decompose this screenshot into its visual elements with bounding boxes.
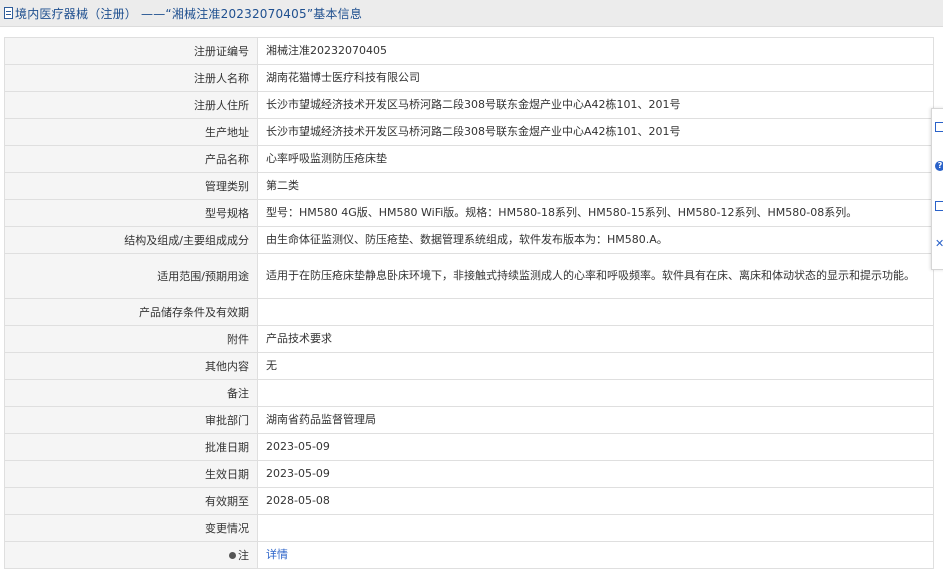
table-row: 产品名称 心率呼吸监测防压疮床垫 xyxy=(4,145,934,173)
row-label: 产品名称 xyxy=(4,145,258,173)
page-header: 境内医疗器械（注册） ——“湘械注准20232070405”基本信息 xyxy=(0,0,943,27)
row-value: 产品技术要求 xyxy=(257,325,934,353)
row-label: 产品储存条件及有效期 xyxy=(4,298,258,326)
row-value: 长沙市望城经济技术开发区马桥河路二段308号联东金煜产业中心A42栋101、20… xyxy=(257,118,934,146)
row-value xyxy=(257,379,934,407)
edit-icon[interactable] xyxy=(935,122,943,132)
row-label: 生效日期 xyxy=(4,460,258,488)
table-row: 注册人住所 长沙市望城经济技术开发区马桥河路二段308号联东金煜产业中心A42栋… xyxy=(4,91,934,119)
row-value: 适用于在防压疮床垫静息卧床环境下，非接触式持续监测成人的心率和呼吸频率。软件具有… xyxy=(257,253,934,299)
row-value: 2023-05-09 xyxy=(257,433,934,461)
row-label: 备注 xyxy=(4,379,258,407)
help-icon[interactable]: ? xyxy=(935,161,943,171)
table-row: 产品储存条件及有效期 xyxy=(4,298,934,326)
table-row: 审批部门 湖南省药品监督管理局 xyxy=(4,406,934,434)
row-label: 注 xyxy=(238,549,249,562)
row-value: 2028-05-08 xyxy=(257,487,934,515)
row-label: 批准日期 xyxy=(4,433,258,461)
table-row: 变更情况 xyxy=(4,514,934,542)
document-icon xyxy=(4,7,13,19)
table-row: 附件 产品技术要求 xyxy=(4,325,934,353)
row-label: 生产地址 xyxy=(4,118,258,146)
row-label: 其他内容 xyxy=(4,352,258,380)
table-row: 有效期至 2028-05-08 xyxy=(4,487,934,515)
row-value: 第二类 xyxy=(257,172,934,200)
row-value: 由生命体征监测仪、防压疮垫、数据管理系统组成，软件发布版本为：HM580.A。 xyxy=(257,226,934,254)
row-value xyxy=(257,298,934,326)
copy-icon[interactable] xyxy=(935,201,943,211)
row-label: 有效期至 xyxy=(4,487,258,515)
table-row: 生效日期 2023-05-09 xyxy=(4,460,934,488)
row-label: 管理类别 xyxy=(4,172,258,200)
row-value: 心率呼吸监测防压疮床垫 xyxy=(257,145,934,173)
table-row: 适用范围/预期用途 适用于在防压疮床垫静息卧床环境下，非接触式持续监测成人的心率… xyxy=(4,253,934,299)
row-value: 湖南省药品监督管理局 xyxy=(257,406,934,434)
side-toolbar: ? ✕ xyxy=(931,108,943,270)
table-row: 注 详情 xyxy=(4,541,934,569)
table-row: 生产地址 长沙市望城经济技术开发区马桥河路二段308号联东金煜产业中心A42栋1… xyxy=(4,118,934,146)
row-label: 注册人住所 xyxy=(4,91,258,119)
row-label: 注册人名称 xyxy=(4,64,258,92)
row-label: 注册证编号 xyxy=(4,37,258,65)
page-title: 境内医疗器械（注册） ——“湘械注准20232070405”基本信息 xyxy=(15,6,363,21)
row-value: 无 xyxy=(257,352,934,380)
pin-icon xyxy=(229,551,236,559)
row-label: 结构及组成/主要组成成分 xyxy=(4,226,258,254)
row-label: 附件 xyxy=(4,325,258,353)
row-label: 适用范围/预期用途 xyxy=(4,253,258,299)
table-row: 型号规格 型号：HM580 4G版、HM580 WiFi版。规格：HM580-1… xyxy=(4,199,934,227)
table-row: 注册人名称 湖南花猫博士医疗科技有限公司 xyxy=(4,64,934,92)
row-value: 湖南花猫博士医疗科技有限公司 xyxy=(257,64,934,92)
device-info-table: 注册证编号 湘械注准20232070405 注册人名称 湖南花猫博士医疗科技有限… xyxy=(4,37,934,569)
note-label-cell: 注 xyxy=(4,541,258,569)
row-label: 变更情况 xyxy=(4,514,258,542)
row-value: 2023-05-09 xyxy=(257,460,934,488)
table-row: 管理类别 第二类 xyxy=(4,172,934,200)
row-value xyxy=(257,514,934,542)
close-icon[interactable]: ✕ xyxy=(935,238,943,249)
row-value: 湘械注准20232070405 xyxy=(257,37,934,65)
row-value: 长沙市望城经济技术开发区马桥河路二段308号联东金煜产业中心A42栋101、20… xyxy=(257,91,934,119)
row-label: 型号规格 xyxy=(4,199,258,227)
row-value: 型号：HM580 4G版、HM580 WiFi版。规格：HM580-18系列、H… xyxy=(257,199,934,227)
table-row: 注册证编号 湘械注准20232070405 xyxy=(4,37,934,65)
detail-link[interactable]: 详情 xyxy=(266,548,288,561)
table-row: 其他内容 无 xyxy=(4,352,934,380)
table-row: 结构及组成/主要组成成分 由生命体征监测仪、防压疮垫、数据管理系统组成，软件发布… xyxy=(4,226,934,254)
row-value-cell: 详情 xyxy=(257,541,934,569)
table-row: 批准日期 2023-05-09 xyxy=(4,433,934,461)
row-label: 审批部门 xyxy=(4,406,258,434)
table-row: 备注 xyxy=(4,379,934,407)
